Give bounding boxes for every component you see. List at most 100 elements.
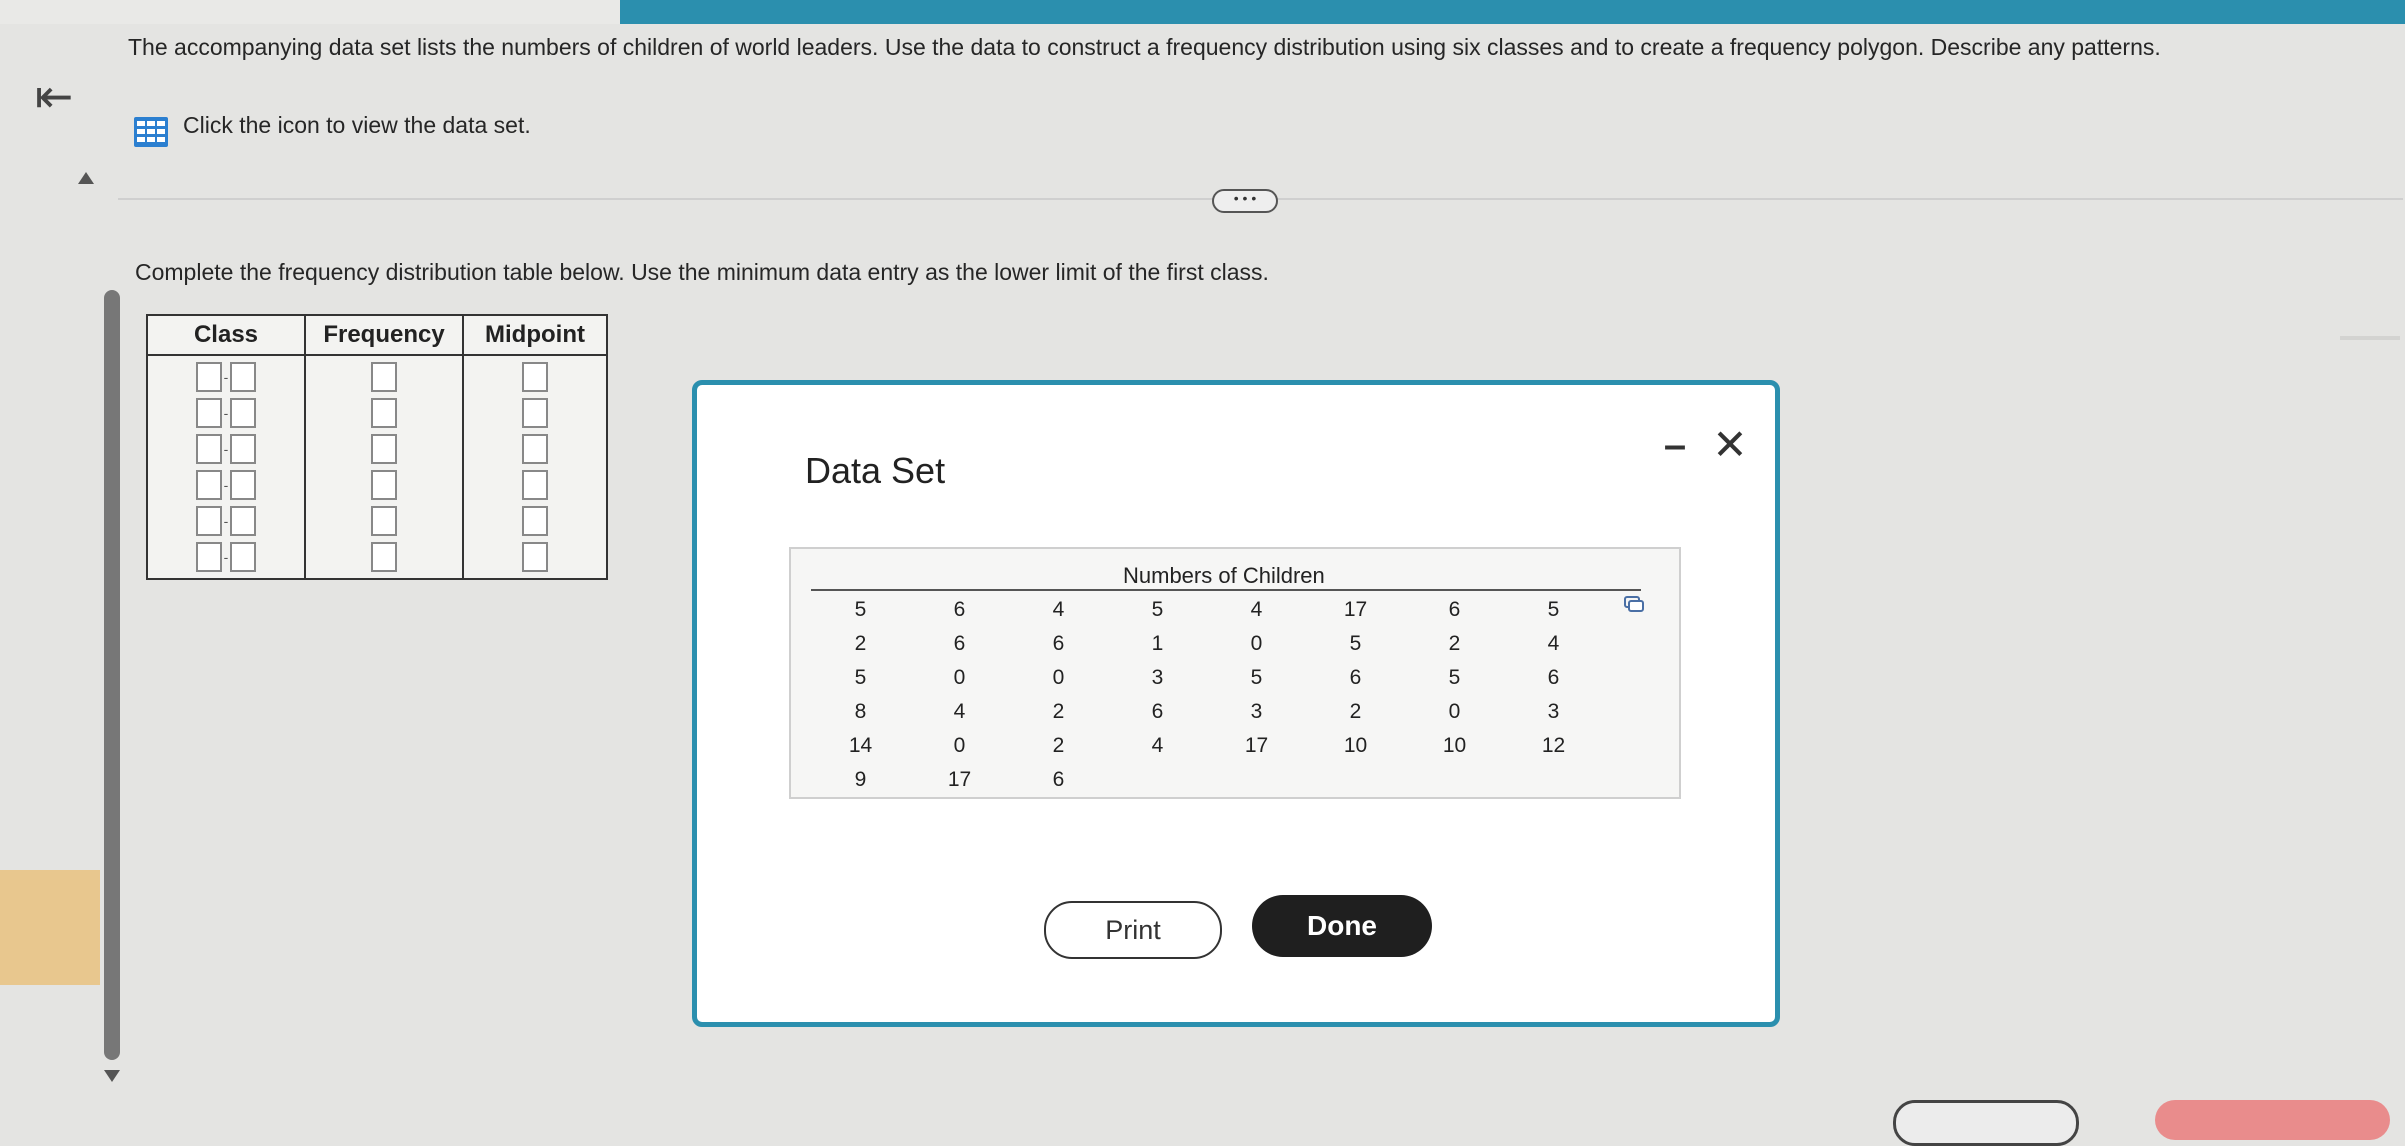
upper-limit-input[interactable] [230,542,257,572]
data-cell: 6 [1052,768,1065,791]
data-cell: 6 [1151,700,1164,723]
frequency-input[interactable] [371,506,397,536]
data-cell: 2 [1052,734,1065,757]
data-cell: 17 [1244,734,1269,757]
upper-limit-input[interactable] [230,398,257,428]
bottom-secondary-button[interactable] [1893,1100,2079,1146]
frequency-input[interactable] [371,434,397,464]
close-button[interactable]: ✕ [1710,424,1750,466]
data-cell: 17 [947,768,972,791]
class-row: - [195,362,257,392]
frequency-input[interactable] [371,362,397,392]
grid-table-icon[interactable] [133,116,169,148]
data-cell: 1 [1151,632,1164,655]
data-cell: 5 [1349,632,1362,655]
question-text: The accompanying data set lists the numb… [128,34,2161,60]
data-row: 8 4 2 6 3 2 0 3 [811,695,1603,729]
data-cell: 3 [1250,700,1263,723]
frequency-input[interactable] [371,542,397,572]
copy-icon[interactable] [1623,595,1645,613]
frequency-input[interactable] [371,398,397,428]
data-values-grid: 5 6 4 5 4 17 6 5 2 6 6 1 0 5 2 4 5 0 0 3… [811,593,1603,797]
data-cell: 6 [1547,666,1560,689]
data-cell: 2 [854,632,867,655]
frequency-distribution-table: Class Frequency Midpoint - - - - - - [146,314,608,580]
data-cell: 0 [1250,632,1263,655]
midpoint-input[interactable] [522,506,548,536]
data-cell: 0 [1052,666,1065,689]
data-cell: 10 [1442,734,1467,757]
view-dataset-link[interactable]: Click the icon to view the data set. [183,112,531,139]
instruction-text: Complete the frequency distribution tabl… [135,259,1269,285]
more-options-button[interactable]: • • • [1212,189,1278,213]
data-cell: 0 [1448,700,1461,723]
data-cell: 3 [1547,700,1560,723]
data-cell: 3 [1151,666,1164,689]
data-row: 9 17 6 [811,763,1603,797]
frequency-input[interactable] [371,470,397,500]
scroll-up-arrow-icon[interactable] [78,172,94,184]
data-cell: 6 [953,598,966,621]
class-row: - [195,506,257,536]
lower-limit-input[interactable] [195,542,222,572]
data-row: 2 6 6 1 0 5 2 4 [811,627,1603,661]
header-frequency: Frequency [304,314,464,356]
dialog-title: Data Set [805,450,946,491]
data-cell: 6 [1448,598,1461,621]
midpoint-input[interactable] [522,542,548,572]
bottom-primary-button[interactable] [2155,1100,2390,1140]
data-row: 5 6 4 5 4 17 6 5 [811,593,1603,627]
class-row: - [195,398,257,428]
data-cell: 4 [1250,598,1263,621]
class-row: - [195,434,257,464]
upper-limit-input[interactable] [230,362,257,392]
data-row: 14 0 2 4 17 10 10 12 [811,729,1603,763]
data-set-dialog: Data Set – ✕ Numbers of Children 5 6 4 5… [692,380,1780,1027]
right-edge-marker [2340,336,2400,340]
midpoint-input[interactable] [522,398,548,428]
header-midpoint: Midpoint [462,314,608,356]
data-cell: 5 [854,666,867,689]
data-cell: 6 [1349,666,1362,689]
class-column: - - - - - - [146,355,306,580]
midpoint-input[interactable] [522,470,548,500]
data-cell: 4 [1052,598,1065,621]
upper-limit-input[interactable] [230,470,257,500]
data-cell: 14 [848,734,873,757]
scroll-down-arrow-icon[interactable] [104,1070,120,1082]
data-cell: 2 [1448,632,1461,655]
lower-limit-input[interactable] [195,362,222,392]
midpoint-input[interactable] [522,362,548,392]
upper-limit-input[interactable] [230,506,257,536]
back-arrow-icon[interactable]: ⇤ [28,70,80,122]
print-button[interactable]: Print [1044,901,1222,959]
lower-limit-input[interactable] [195,434,222,464]
data-cell: 17 [1343,598,1368,621]
data-cell: 2 [1052,700,1065,723]
data-cell: 8 [854,700,867,723]
data-cell: 12 [1541,734,1566,757]
upper-limit-input[interactable] [230,434,257,464]
class-row: - [195,542,257,572]
data-cell: 5 [854,598,867,621]
lower-limit-input[interactable] [195,506,222,536]
lower-limit-input[interactable] [195,398,222,428]
data-cell: 9 [854,768,867,791]
heading-rule [811,589,1641,591]
data-cell: 0 [953,666,966,689]
class-row: - [195,470,257,500]
midpoint-input[interactable] [522,434,548,464]
data-cell: 5 [1151,598,1164,621]
done-button[interactable]: Done [1252,895,1432,957]
data-cell: 2 [1349,700,1362,723]
data-cell: 6 [1052,632,1065,655]
data-cell: 5 [1547,598,1560,621]
data-cell: 4 [953,700,966,723]
minimize-button[interactable]: – [1657,425,1693,466]
vertical-scrollbar[interactable] [104,290,120,1060]
midpoint-column [462,355,608,580]
data-cell: 5 [1250,666,1263,689]
lower-limit-input[interactable] [195,470,222,500]
frequency-column [304,355,464,580]
top-bar-light-segment [0,0,620,24]
